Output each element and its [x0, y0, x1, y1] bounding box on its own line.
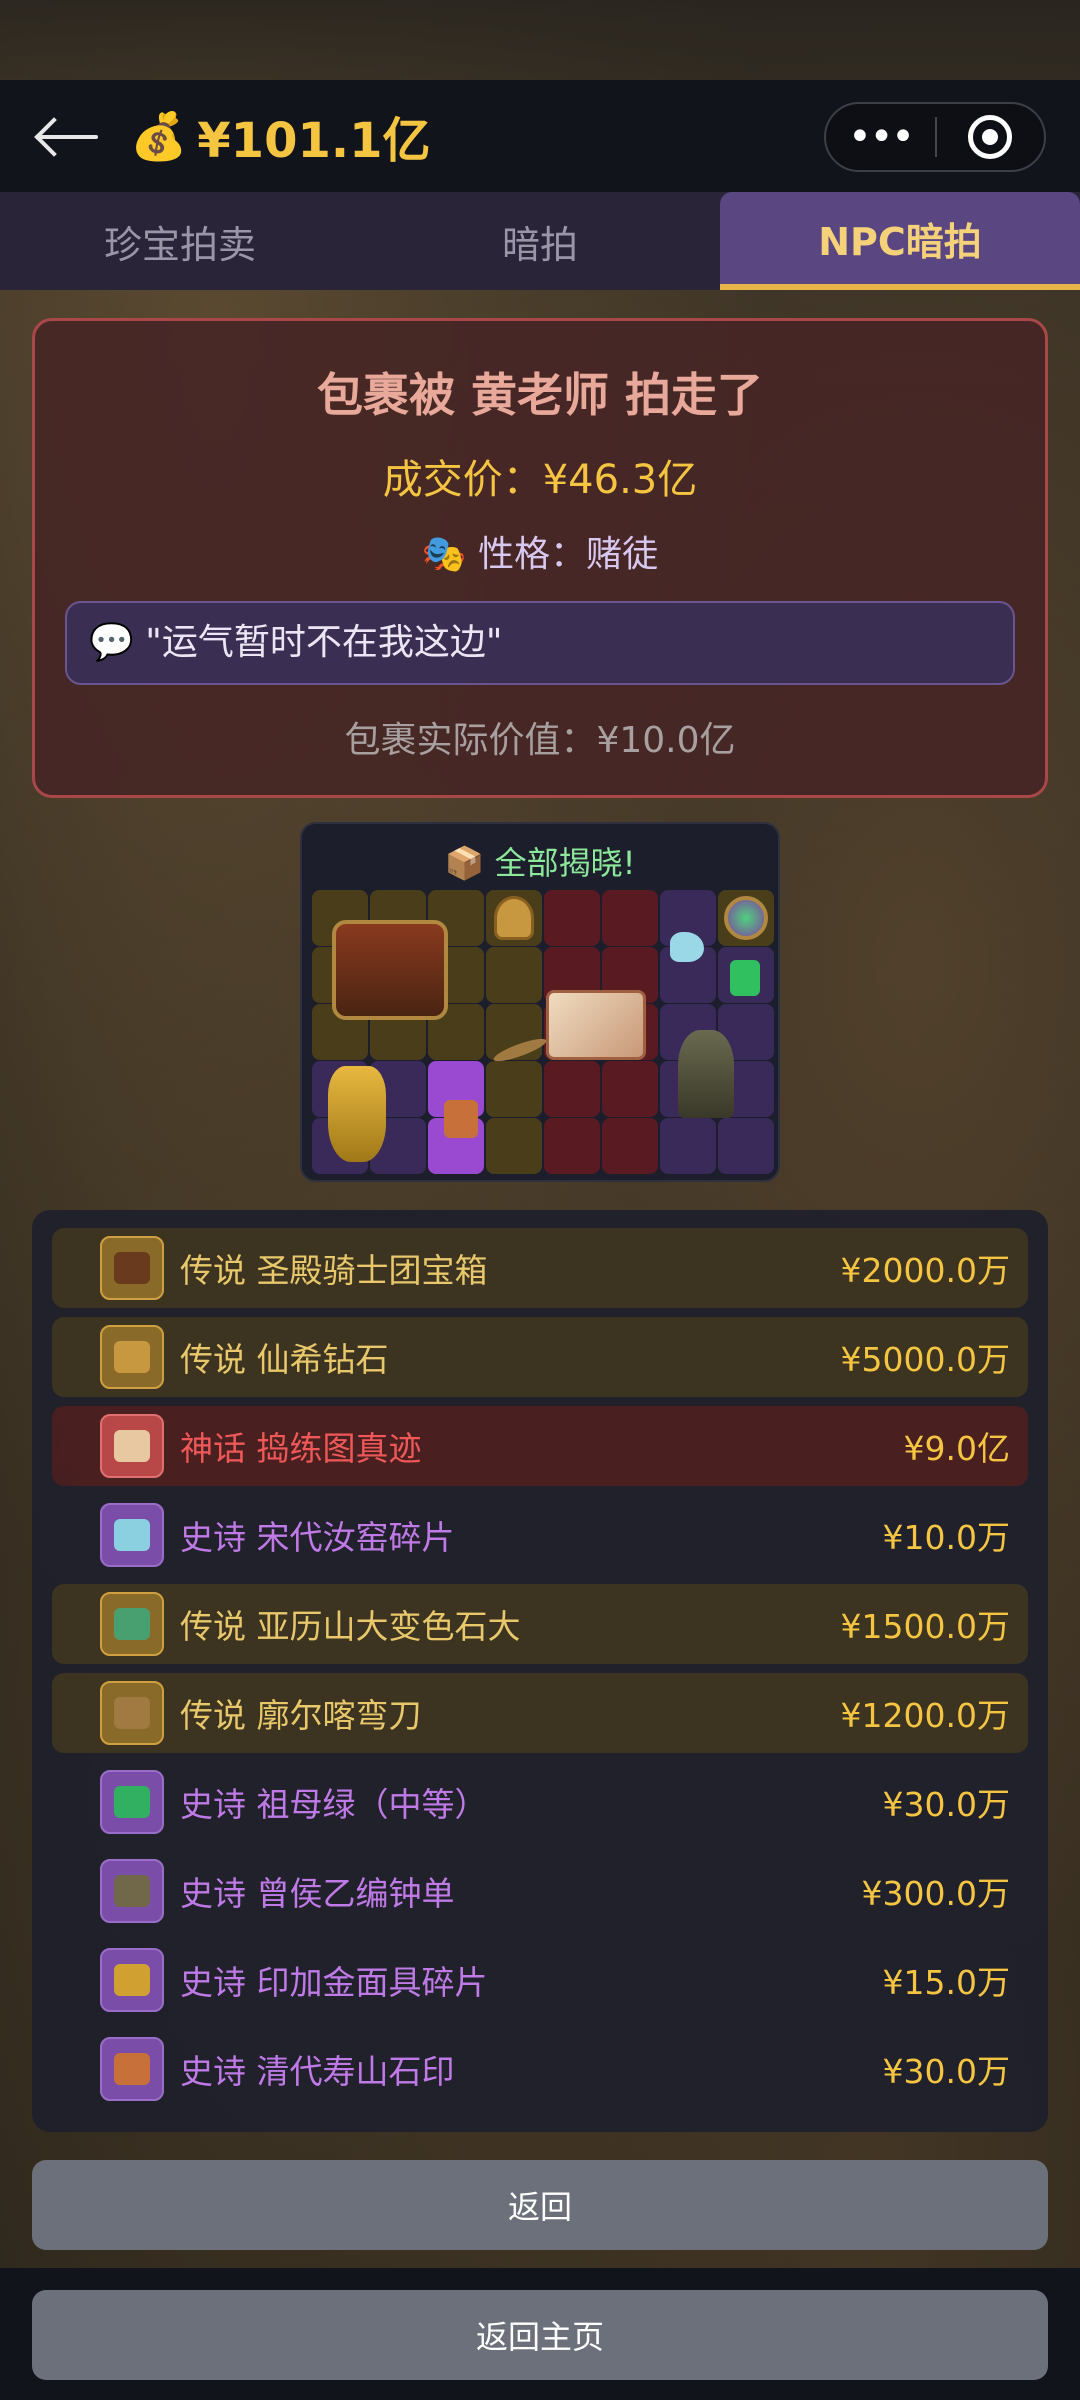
item-thumbnail-icon [100, 1414, 164, 1478]
grid-cell [486, 1061, 542, 1117]
item-row: 传说 亚历山大变色石大 ¥1500.0万 [52, 1584, 1028, 1664]
grid-cell [660, 1118, 716, 1174]
deal-price: 成交价：¥46.3亿 [382, 457, 698, 503]
balance-amount: ¥101.1亿 [197, 113, 431, 169]
item-thumbnail-icon [100, 1503, 164, 1567]
grid-cell [544, 1061, 600, 1117]
item-price: ¥1500.0万 [840, 1607, 1010, 1646]
package-grid-panel: 📦 全部揭晓! [300, 822, 780, 1182]
item-name: 史诗 曾侯乙编钟单 [180, 1874, 455, 1913]
package-grid [312, 890, 774, 1174]
item-price: ¥30.0万 [882, 1785, 1010, 1824]
item-name: 传说 仙希钻石 [180, 1340, 389, 1379]
emerald-icon [730, 960, 760, 996]
item-thumbnail-icon [100, 1681, 164, 1745]
home-button[interactable]: 返回主页 [32, 2290, 1048, 2380]
grid-cell [486, 1118, 542, 1174]
item-row: 传说 圣殿骑士团宝箱 ¥2000.0万 [52, 1228, 1028, 1308]
gold-mask-icon [328, 1066, 386, 1162]
item-name: 史诗 宋代汝窑碎片 [180, 1518, 455, 1557]
money-bag-icon: 💰 [130, 108, 188, 163]
item-name: 史诗 印加金面具碎片 [180, 1963, 488, 2002]
item-row: 神话 捣练图真迹 ¥9.0亿 [52, 1406, 1028, 1486]
back-arrow-icon[interactable] [34, 116, 104, 156]
close-program-icon[interactable] [937, 115, 1044, 159]
treasure-chest-icon [332, 920, 448, 1020]
auction-result-card: 包裹被 黄老师 拍走了 成交价：¥46.3亿 🎭 性格：赌徒 💬 "运气暂时不在… [32, 318, 1048, 798]
grid-cell [602, 890, 658, 946]
item-thumbnail-icon [100, 1948, 164, 2012]
item-thumbnail-icon [100, 1859, 164, 1923]
top-nav-bar: 💰 ¥101.1亿 ••• [0, 80, 1080, 192]
reveal-title: 📦 全部揭晓! [444, 844, 636, 882]
item-name: 史诗 清代寿山石印 [180, 2052, 455, 2091]
item-name: 传说 廓尔喀弯刀 [180, 1696, 422, 1735]
result-title: 包裹被 黄老师 拍走了 [316, 368, 764, 422]
grid-cell [602, 1118, 658, 1174]
item-thumbnail-icon [100, 2037, 164, 2101]
item-row: 史诗 曾侯乙编钟单 ¥300.0万 [52, 1851, 1028, 1931]
mini-program-capsule: ••• [824, 102, 1046, 172]
item-price: ¥1200.0万 [840, 1696, 1010, 1735]
item-price: ¥15.0万 [882, 1963, 1010, 2002]
item-row: 传说 廓尔喀弯刀 ¥1200.0万 [52, 1673, 1028, 1753]
tab-treasure-auction[interactable]: 珍宝拍卖 [0, 192, 360, 290]
item-thumbnail-icon [100, 1236, 164, 1300]
back-button[interactable]: 返回 [32, 2160, 1048, 2250]
status-bar [0, 0, 1080, 80]
item-list: 传说 圣殿骑士团宝箱 ¥2000.0万传说 仙希钻石 ¥5000.0万神话 捣练图真… [32, 1210, 1048, 2132]
diamond-icon [494, 896, 534, 940]
porcelain-shard-icon [670, 932, 704, 962]
more-options-icon[interactable]: ••• [826, 102, 935, 172]
item-name: 神话 捣练图真迹 [180, 1429, 422, 1468]
item-price: ¥30.0万 [882, 2052, 1010, 2091]
item-name: 传说 圣殿骑士团宝箱 [180, 1251, 488, 1290]
grid-cell [718, 1118, 774, 1174]
item-price: ¥9.0亿 [903, 1429, 1010, 1468]
item-price: ¥5000.0万 [840, 1340, 1010, 1379]
item-row: 史诗 宋代汝窑碎片 ¥10.0万 [52, 1495, 1028, 1575]
tab-npc-blind-auction[interactable]: NPC暗拍 [720, 192, 1080, 290]
item-thumbnail-icon [100, 1770, 164, 1834]
item-name: 传说 亚历山大变色石大 [180, 1607, 521, 1646]
grid-cell [544, 890, 600, 946]
grid-cell [486, 947, 542, 1003]
tab-blind-auction[interactable]: 暗拍 [360, 192, 720, 290]
item-price: ¥300.0万 [861, 1874, 1010, 1913]
item-thumbnail-icon [100, 1325, 164, 1389]
item-price: ¥10.0万 [882, 1518, 1010, 1557]
item-row: 传说 仙希钻石 ¥5000.0万 [52, 1317, 1028, 1397]
alexandrite-icon [724, 896, 768, 940]
npc-quote: 💬 "运气暂时不在我这边" [65, 601, 1015, 685]
bronze-bell-icon [678, 1030, 734, 1118]
auction-tabs: 珍宝拍卖 暗拍 NPC暗拍 [0, 192, 1080, 290]
item-name: 史诗 祖母绿（中等） [180, 1785, 488, 1824]
painting-icon [546, 990, 646, 1060]
item-row: 史诗 清代寿山石印 ¥30.0万 [52, 2029, 1028, 2109]
grid-cell [602, 1061, 658, 1117]
seal-stone-icon [444, 1100, 478, 1138]
grid-cell [544, 1118, 600, 1174]
item-thumbnail-icon [100, 1592, 164, 1656]
npc-personality: 🎭 性格：赌徒 [421, 534, 659, 575]
item-row: 史诗 印加金面具碎片 ¥15.0万 [52, 1940, 1028, 2020]
actual-value: 包裹实际价值：¥10.0亿 [344, 720, 736, 761]
item-row: 史诗 祖母绿（中等） ¥30.0万 [52, 1762, 1028, 1842]
item-price: ¥2000.0万 [840, 1251, 1010, 1290]
